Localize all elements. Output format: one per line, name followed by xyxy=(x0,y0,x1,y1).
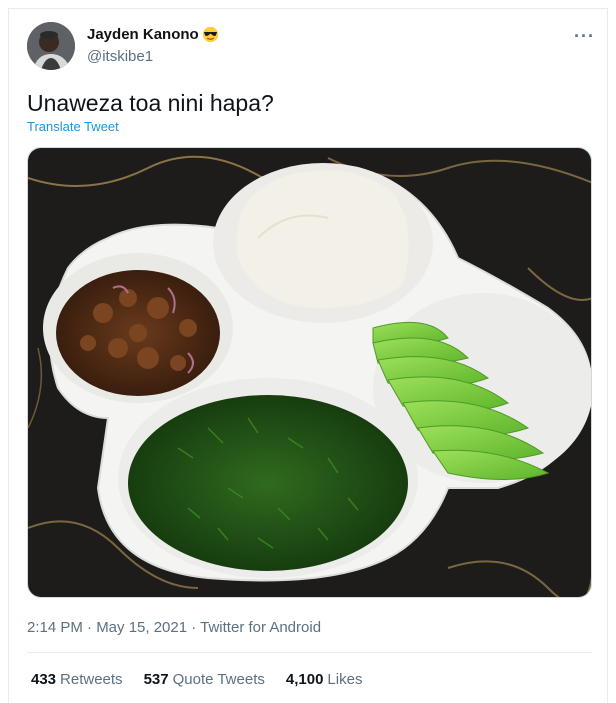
engagement-stats: 433 Retweets 537 Quote Tweets 4,100 Likes xyxy=(31,671,383,688)
retweets-stat[interactable]: 433 Retweets xyxy=(31,671,123,688)
quote-tweets-stat[interactable]: 537 Quote Tweets xyxy=(144,671,265,688)
tweet-timestamp-source[interactable]: 2:14 PM · May 15, 2021 · Twitter for And… xyxy=(27,619,321,636)
likes-label: Likes xyxy=(327,671,363,688)
author-handle[interactable]: @itskibe1 xyxy=(87,48,153,65)
more-options-icon[interactable]: ··· xyxy=(574,26,595,47)
divider xyxy=(27,652,592,653)
tweet-text: Unaweza toa nini hapa? xyxy=(27,90,274,116)
retweets-count: 433 xyxy=(31,671,57,688)
retweets-label: Retweets xyxy=(60,671,123,688)
author-name-row[interactable]: Jayden Kanono xyxy=(87,26,219,43)
likes-count: 4,100 xyxy=(285,671,324,688)
avatar[interactable] xyxy=(27,22,75,70)
author-display-name[interactable]: Jayden Kanono xyxy=(87,26,199,43)
likes-stat[interactable]: 4,100 Likes xyxy=(286,671,363,688)
sunglasses-emoji-icon xyxy=(202,26,218,43)
translate-tweet-link[interactable]: Translate Tweet xyxy=(27,119,119,134)
tweet-photo[interactable] xyxy=(27,147,592,598)
quote-tweets-label: Quote Tweets xyxy=(172,671,265,688)
quote-tweets-count: 537 xyxy=(143,671,169,688)
